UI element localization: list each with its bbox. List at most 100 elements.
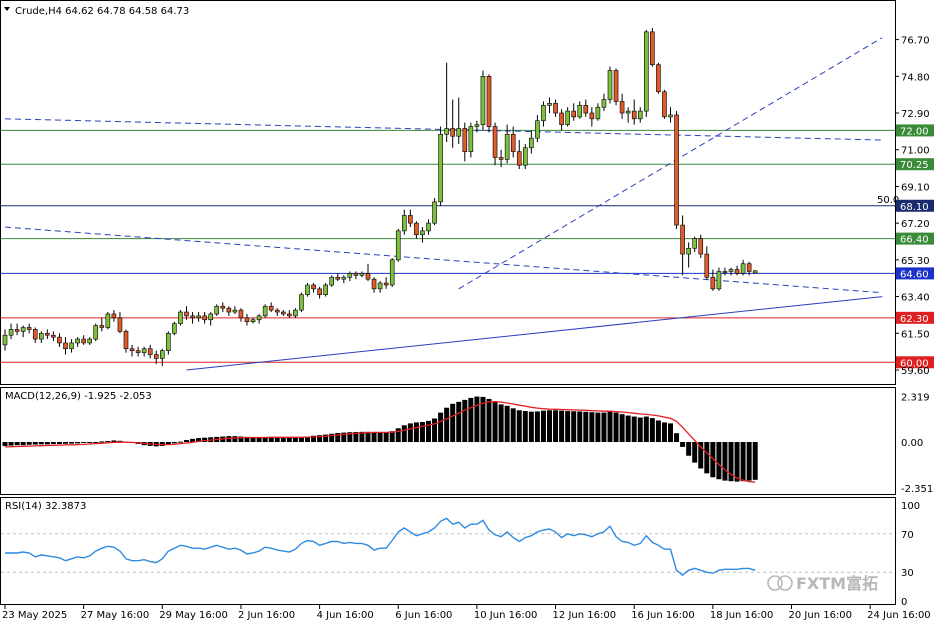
- candle: [389, 257, 395, 287]
- macd-bar: [474, 396, 480, 443]
- macd-bar: [38, 442, 44, 445]
- candle-body: [510, 133, 516, 152]
- candle-body: [692, 238, 698, 249]
- candle-body: [274, 309, 280, 313]
- fibo-label: 50.0: [877, 195, 899, 206]
- candle-body: [178, 311, 183, 324]
- macd-tick--2.351: -2.351: [901, 484, 933, 495]
- candle-body: [389, 259, 395, 286]
- price-panel[interactable]: [0, 0, 896, 385]
- macd-bar: [63, 442, 68, 444]
- candle-body: [637, 110, 643, 120]
- macd-bar: [577, 411, 583, 443]
- candle-body: [371, 278, 377, 290]
- candle-body: [662, 91, 667, 118]
- candle: [438, 126, 443, 206]
- candle-body: [347, 273, 353, 278]
- price-tick-63.40: 63.40: [901, 293, 930, 304]
- candle: [662, 89, 667, 119]
- candle-body: [305, 284, 310, 295]
- candle-body: [486, 76, 492, 127]
- candle-body: [710, 276, 716, 290]
- candle-body: [401, 215, 407, 232]
- macd-bar: [643, 416, 649, 443]
- macd-bar: [613, 412, 619, 443]
- candle-body: [541, 104, 546, 122]
- macd-bar: [661, 422, 667, 443]
- macd-bar: [8, 442, 14, 446]
- candle-body: [14, 329, 20, 332]
- candle-body: [432, 201, 437, 224]
- x-tick-label: 20 Jun 16:00: [789, 610, 853, 621]
- candle-body: [123, 331, 129, 350]
- candle-body: [583, 104, 589, 114]
- candle-body: [444, 128, 449, 135]
- rsi-header: RSI(14) 32.3873: [5, 501, 86, 512]
- candle-body: [547, 103, 552, 106]
- candle-body: [202, 315, 207, 321]
- x-tick-label: 24 Jun 16:00: [867, 610, 931, 621]
- candle-body: [2, 334, 8, 346]
- candle-body: [166, 332, 171, 351]
- candle: [480, 70, 486, 131]
- macd-bar: [450, 403, 456, 443]
- candle: [172, 321, 177, 336]
- candle-body: [383, 282, 389, 286]
- candle-body: [414, 222, 419, 236]
- candle: [607, 66, 613, 104]
- candle-body: [522, 147, 528, 166]
- candle-body: [668, 114, 673, 118]
- candle-body: [268, 305, 274, 311]
- x-tick-label: 27 May 16:00: [81, 610, 150, 621]
- macd-bar: [692, 442, 698, 463]
- candle-body: [57, 336, 62, 344]
- candle: [613, 68, 619, 106]
- candle: [305, 283, 310, 297]
- macd-header: MACD(12,26,9) -1.925 -2.053: [5, 391, 152, 402]
- candle-body: [184, 311, 189, 317]
- candle: [486, 74, 492, 133]
- macd-bar: [583, 411, 589, 443]
- macd-bar: [419, 422, 425, 443]
- macd-bar: [292, 437, 298, 443]
- macd-bar: [752, 442, 758, 480]
- candle-body: [75, 338, 80, 344]
- macd-bar: [601, 412, 607, 443]
- candle-body: [341, 276, 347, 280]
- candle-body: [214, 305, 220, 315]
- candle-body: [117, 317, 123, 332]
- rsi-tick-70: 70: [901, 530, 914, 541]
- candle-body: [196, 315, 201, 319]
- candle-body: [51, 334, 56, 338]
- candle-body: [250, 319, 256, 322]
- level-tag-66.40: 66.40: [900, 235, 929, 246]
- macd-bar: [407, 423, 413, 443]
- macd-bar: [2, 442, 8, 446]
- chart-canvas: 50.0 72.0070.2568.1066.4064.6062.3060.00…: [0, 0, 934, 621]
- candle-body: [408, 215, 413, 224]
- macd-bar: [607, 411, 613, 443]
- candle-body: [752, 270, 758, 274]
- macd-bar: [20, 442, 26, 446]
- macd-bar: [510, 408, 516, 443]
- macd-bar: [105, 441, 111, 443]
- candle-body: [625, 110, 631, 114]
- level-tag-70.25: 70.25: [900, 160, 929, 171]
- macd-bar: [637, 417, 643, 443]
- macd-bar: [81, 442, 87, 444]
- macd-bar: [559, 410, 565, 443]
- candle-body: [674, 114, 679, 226]
- candle-body: [450, 128, 456, 137]
- candle-body: [631, 110, 637, 120]
- macd-bar: [486, 398, 492, 443]
- rsi-panel[interactable]: [0, 497, 896, 605]
- candle-body: [226, 307, 232, 313]
- candle-body: [287, 313, 292, 317]
- candle-body: [160, 350, 165, 359]
- candle-body: [129, 348, 135, 351]
- price-tick-59.60: 59.60: [901, 366, 930, 377]
- candle-body: [299, 294, 304, 311]
- candle-body: [516, 151, 522, 166]
- symbol-header: Crude,H4 64.62 64.78 64.58 64.73: [15, 6, 189, 17]
- candle-body: [456, 128, 462, 137]
